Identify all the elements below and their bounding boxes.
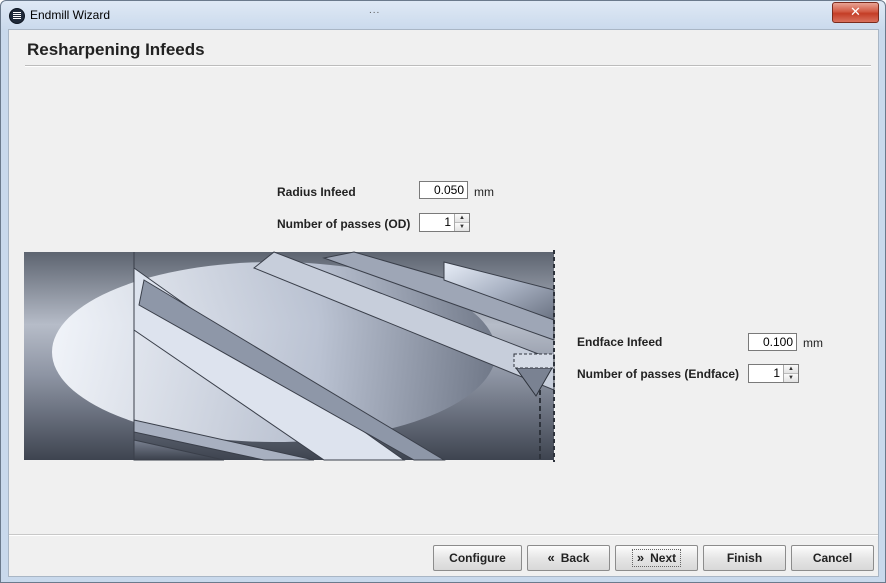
wizard-content: Resharpening Infeeds Radius Infeed 0.050… (8, 29, 879, 577)
endface-passes-down-arrow-icon[interactable]: ▼ (784, 374, 798, 382)
chevron-right-double-icon: » (636, 550, 645, 565)
radius-infeed-input[interactable]: 0.050 (419, 181, 468, 199)
finish-button[interactable]: Finish (703, 545, 786, 571)
cancel-button-label: Cancel (812, 551, 853, 565)
close-icon: ✕ (850, 4, 861, 19)
radius-infeed-unit: mm (474, 185, 494, 199)
endface-passes-spinner[interactable]: 1 ▲ ▼ (748, 364, 799, 383)
od-passes-label: Number of passes (OD) (277, 217, 411, 231)
back-button[interactable]: « Back (527, 545, 610, 571)
footer-divider (9, 534, 878, 535)
next-button[interactable]: » Next (615, 545, 698, 571)
endmill-wizard-window: Endmill Wizard ... ✕ Resharpening Infeed… (0, 0, 886, 583)
od-passes-up-arrow-icon[interactable]: ▲ (455, 214, 469, 223)
app-icon[interactable] (9, 8, 25, 24)
window-title: Endmill Wizard (30, 8, 111, 22)
cancel-button[interactable]: Cancel (791, 545, 874, 571)
od-passes-spinner[interactable]: 1 ▲ ▼ (419, 213, 470, 232)
configure-button-label: Configure (449, 551, 506, 565)
od-passes-arrows: ▲ ▼ (454, 214, 469, 231)
close-button[interactable]: ✕ (832, 2, 879, 23)
endface-passes-arrows: ▲ ▼ (783, 365, 798, 382)
endface-passes-up-arrow-icon[interactable]: ▲ (784, 365, 798, 374)
od-passes-value[interactable]: 1 (420, 214, 454, 231)
back-button-label: Back (560, 551, 590, 565)
title-bar[interactable]: Endmill Wizard ... ✕ (1, 1, 885, 29)
endface-infeed-unit: mm (803, 336, 823, 350)
radius-infeed-label: Radius Infeed (277, 185, 356, 199)
chevron-left-double-icon: « (547, 550, 555, 565)
od-passes-down-arrow-icon[interactable]: ▼ (455, 223, 469, 231)
page-title: Resharpening Infeeds (27, 40, 205, 59)
endmill-illustration (24, 250, 555, 462)
title-dots: ... (369, 5, 381, 16)
next-button-label: Next (650, 551, 677, 565)
endface-passes-label: Number of passes (Endface) (577, 367, 740, 381)
configure-button[interactable]: Configure (433, 545, 522, 571)
endface-infeed-label: Endface Infeed (577, 335, 663, 349)
next-button-focus: » Next (631, 549, 682, 567)
title-divider (25, 65, 871, 66)
endface-infeed-input[interactable]: 0.100 (748, 333, 797, 351)
endface-passes-value[interactable]: 1 (749, 365, 783, 382)
finish-button-label: Finish (726, 551, 763, 565)
